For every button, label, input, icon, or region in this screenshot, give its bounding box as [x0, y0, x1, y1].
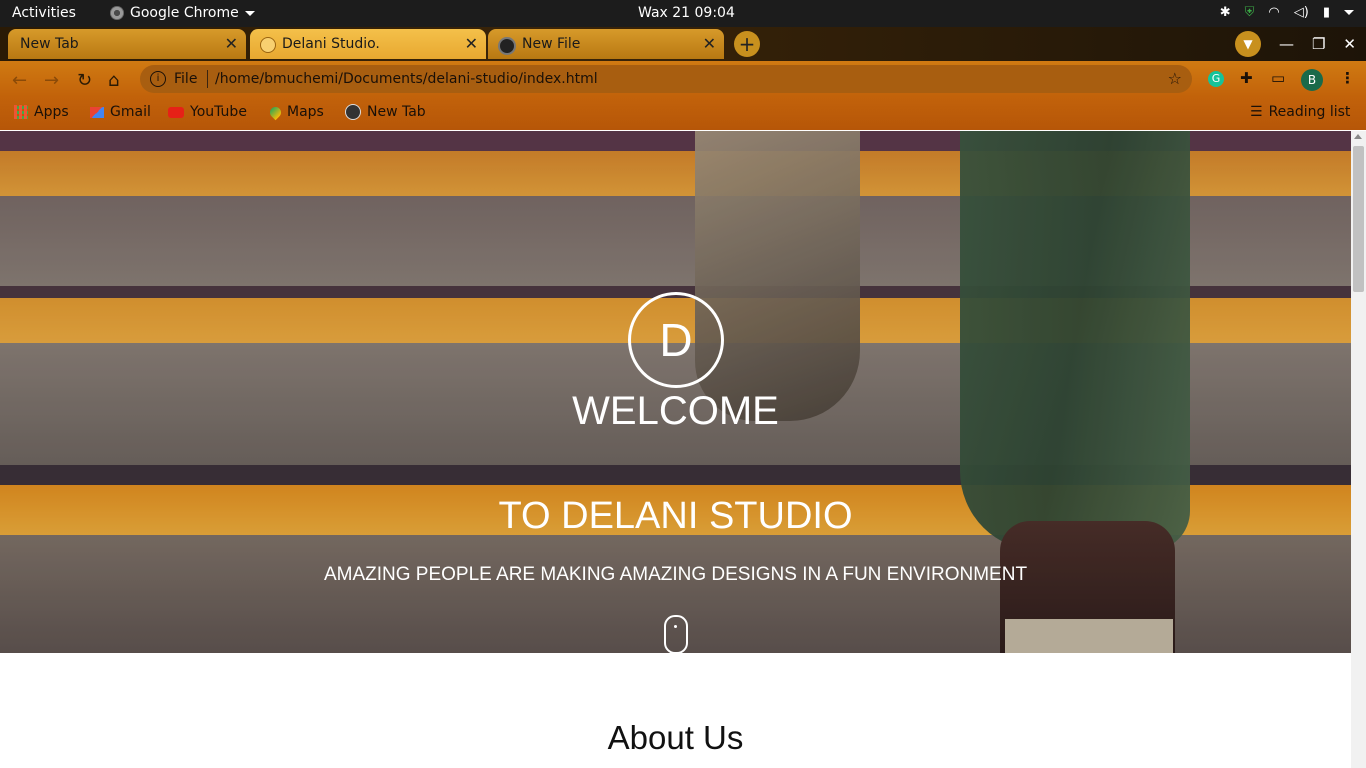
bookmark-apps[interactable]: Apps [14, 104, 69, 120]
github-icon [498, 37, 516, 55]
system-top-bar: Activities Google Chrome Wax 21 09:04 ✱ … [0, 0, 1366, 27]
reading-list-button[interactable]: ☰ Reading list [1250, 104, 1350, 120]
info-icon[interactable]: i [150, 71, 166, 87]
cast-icon[interactable]: ▭ [1271, 69, 1285, 87]
youtube-icon [168, 106, 184, 118]
tab-title: Delani Studio. [282, 36, 380, 52]
minimize-icon[interactable]: — [1279, 35, 1294, 53]
bookmark-youtube[interactable]: YouTube [168, 104, 247, 120]
hero-title: TO DELANI STUDIO [498, 495, 853, 537]
avatar[interactable]: B [1301, 69, 1323, 91]
wifi-icon[interactable]: ◠ [1268, 5, 1279, 20]
mouse-wheel-dot [674, 625, 677, 628]
home-icon[interactable]: ⌂ [108, 70, 119, 91]
globe-icon [345, 104, 361, 120]
tab-title: New File [522, 36, 581, 52]
browser-toolbar: ← → ↻ ⌂ i File /home/bmuchemi/Documents/… [0, 61, 1366, 97]
new-tab-button[interactable]: + [734, 31, 760, 57]
tab-title: New Tab [20, 36, 79, 52]
about-heading: About Us [607, 719, 744, 756]
maps-icon [267, 104, 284, 120]
maximize-icon[interactable]: ❐ [1312, 35, 1325, 53]
hero-section: D WELCOME TO DELANI STUDIO AMAZING PEOPL… [0, 131, 1351, 653]
logo-circle: D [628, 292, 724, 388]
close-icon[interactable]: ✕ [465, 34, 478, 53]
tab-delani-studio[interactable]: Delani Studio. ✕ [250, 29, 486, 59]
app-menu[interactable]: Google Chrome [110, 5, 255, 21]
scroll-up-arrow-icon[interactable] [1354, 134, 1362, 139]
bookmark-label: Maps [287, 104, 324, 120]
volume-icon[interactable]: ◁) [1294, 5, 1309, 20]
slack-icon[interactable]: ✱ [1220, 5, 1231, 20]
bookmark-maps[interactable]: Maps [267, 104, 324, 120]
bookmark-label: YouTube [190, 104, 247, 120]
scrollbar-thumb[interactable] [1353, 146, 1364, 292]
extensions-puzzle-icon[interactable]: ✚ [1240, 69, 1253, 87]
scroll-mouse-icon[interactable] [664, 615, 688, 653]
grammarly-icon[interactable]: G [1208, 71, 1224, 87]
close-icon[interactable]: ✕ [225, 34, 238, 53]
hero-welcome: WELCOME [572, 389, 779, 433]
bookmarks-bar: Apps Gmail YouTube Maps New Tab ☰ Readin… [0, 97, 1366, 130]
apps-grid-icon [14, 105, 28, 119]
tab-new-tab[interactable]: New Tab ✕ [8, 29, 246, 59]
close-icon[interactable]: ✕ [703, 34, 716, 53]
globe-icon [260, 37, 276, 53]
chrome-icon [110, 6, 124, 20]
gmail-icon [90, 106, 104, 118]
window-controls: ▼ — ❐ ✕ [1234, 31, 1356, 57]
url-text[interactable]: /home/bmuchemi/Documents/delani-studio/i… [215, 71, 598, 87]
divider [207, 70, 208, 88]
app-name: Google Chrome [130, 5, 239, 21]
forward-arrow-icon[interactable]: → [44, 70, 59, 91]
bookmark-new-tab[interactable]: New Tab [345, 104, 426, 120]
bookmark-label: Apps [34, 104, 69, 120]
tab-search-icon[interactable]: ▼ [1234, 31, 1261, 57]
reading-list-icon: ☰ [1250, 104, 1263, 120]
page-viewport: D WELCOME TO DELANI STUDIO AMAZING PEOPL… [0, 131, 1351, 768]
tab-strip: New Tab ✕ Delani Studio. ✕ New File ✕ + … [0, 27, 1366, 61]
clock[interactable]: Wax 21 09:04 [638, 5, 735, 21]
hero-tagline: AMAZING PEOPLE ARE MAKING AMAZING DESIGN… [323, 564, 1028, 585]
system-tray[interactable]: ✱ ⛨ ◠ ◁) ▮ [1220, 5, 1354, 20]
chevron-down-icon [244, 10, 255, 16]
address-bar[interactable]: i File /home/bmuchemi/Documents/delani-s… [140, 65, 1192, 93]
reload-icon[interactable]: ↻ [77, 70, 92, 91]
url-scheme: File [174, 71, 198, 87]
back-arrow-icon[interactable]: ← [12, 70, 27, 91]
battery-icon[interactable]: ▮ [1323, 5, 1330, 20]
activities-button[interactable]: Activities [12, 5, 76, 21]
tab-new-file[interactable]: New File ✕ [488, 29, 724, 59]
bookmark-gmail[interactable]: Gmail [90, 104, 151, 120]
reading-list-label: Reading list [1268, 104, 1351, 120]
bookmark-label: New Tab [367, 104, 426, 120]
shield-icon[interactable]: ⛨ [1245, 5, 1255, 20]
close-window-icon[interactable]: ✕ [1343, 35, 1356, 53]
more-menu-icon[interactable]: ⋮ [1340, 69, 1355, 87]
system-menu-chevron-icon[interactable] [1344, 10, 1354, 15]
bookmark-star-icon[interactable]: ☆ [1168, 69, 1182, 88]
bookmark-label: Gmail [110, 104, 151, 120]
